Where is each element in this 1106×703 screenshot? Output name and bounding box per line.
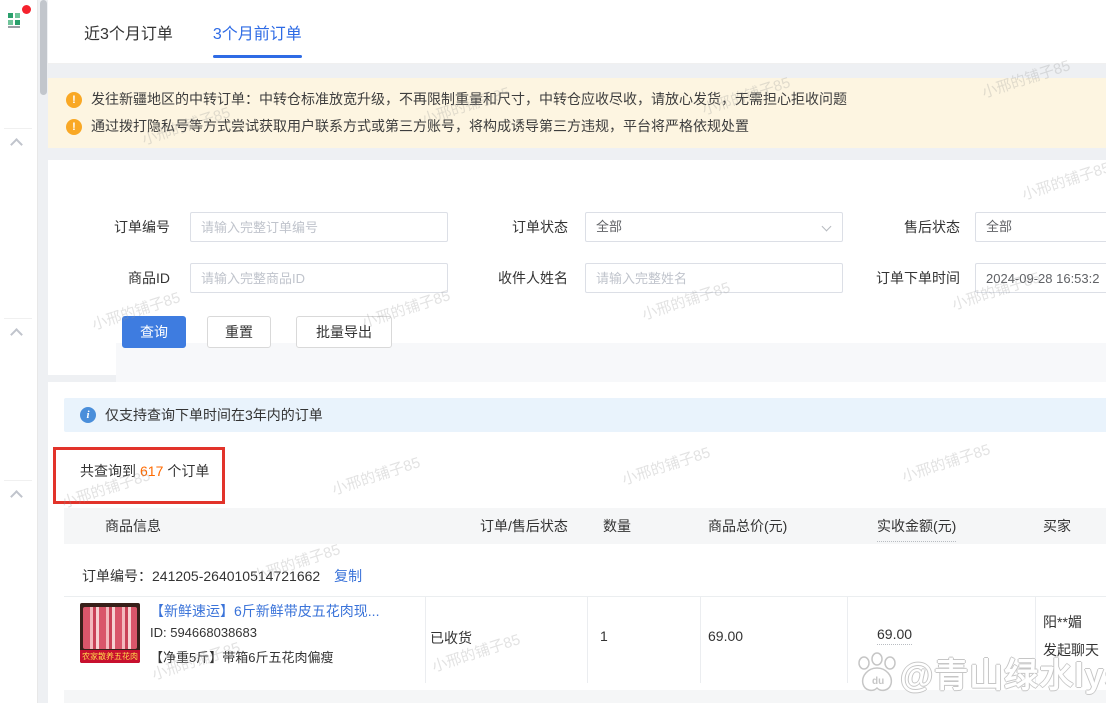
order-time-label: 订单下单时间	[845, 263, 960, 293]
notice-banner: ! 发往新疆地区的中转订单：中转仓标准放宽升级，不再限制重量和尺寸，中转仓应收尽…	[48, 78, 1106, 148]
tab-recent-3-months[interactable]: 近3个月订单	[84, 0, 173, 63]
notice-line: ! 发往新疆地区的中转订单：中转仓标准放宽升级，不再限制重量和尺寸，中转仓应收尽…	[66, 89, 1090, 110]
order-number-label: 订单编号：	[82, 568, 152, 584]
order-status-cell: 已收货	[430, 628, 472, 648]
column-divider	[587, 597, 588, 683]
column-divider	[425, 597, 426, 683]
notification-dot	[22, 5, 31, 14]
start-chat-link[interactable]: 发起聊天	[1043, 640, 1099, 660]
order-management-page: 近3个月订单 3个月前订单 ! 发往新疆地区的中转订单：中转仓标准放宽升级，不再…	[0, 0, 1106, 703]
paid-amount-cell: 69.00	[877, 626, 912, 642]
red-annotation-box	[53, 447, 225, 504]
after-sale-status-label: 售后状态	[845, 212, 960, 242]
product-image[interactable]: 农家散养五花肉	[80, 603, 140, 663]
buyer-name-cell: 阳**媚	[1043, 612, 1082, 632]
order-status-select[interactable]: 全部	[585, 212, 843, 242]
product-id-text: ID: 594668038683	[150, 625, 257, 640]
receiver-name-input[interactable]	[585, 263, 843, 293]
product-image-caption: 农家散养五花肉	[80, 650, 140, 663]
col-product-info: 商品信息	[105, 508, 161, 544]
col-quantity: 数量	[603, 508, 631, 544]
column-divider	[700, 597, 701, 683]
column-divider	[1035, 597, 1036, 683]
batch-export-button[interactable]: 批量导出	[296, 316, 392, 348]
order-number-value: 241205-264010514721662	[152, 568, 320, 584]
collapsed-sidebar	[0, 0, 38, 703]
after-sale-status-select[interactable]: 全部	[975, 212, 1106, 242]
chevron-up-icon[interactable]	[10, 328, 23, 341]
order-status-label: 订单状态	[468, 212, 568, 242]
col-paid-amount: 实收金额(元)	[877, 508, 956, 544]
product-id-input[interactable]	[190, 263, 448, 293]
sidebar-divider	[4, 318, 32, 319]
order-no-label: 订单编号	[70, 212, 170, 242]
chevron-up-icon[interactable]	[10, 138, 23, 151]
tab-older-than-3-months[interactable]: 3个月前订单	[213, 0, 302, 63]
info-icon: i	[80, 407, 96, 423]
order-status-value: 全部	[596, 219, 622, 234]
sidebar-scrollbar[interactable]	[40, 0, 47, 95]
product-image-meat	[83, 607, 137, 649]
col-total-price: 商品总价(元)	[708, 508, 787, 544]
receiver-name-label: 收件人姓名	[468, 263, 568, 293]
next-order-group-header	[64, 690, 1106, 703]
reset-button[interactable]: 重置	[207, 316, 271, 348]
quantity-cell: 1	[600, 628, 608, 644]
notice-text: 发往新疆地区的中转订单：中转仓标准放宽升级，不再限制重量和尺寸，中转仓应收尽收，…	[91, 89, 847, 110]
table-header: 商品信息 订单/售后状态 数量 商品总价(元) 实收金额(元) 买家	[64, 508, 1106, 544]
product-title-link[interactable]: 【新鲜速运】6斤新鲜带皮五花肉现...	[150, 601, 422, 621]
warning-icon: !	[66, 119, 82, 135]
notice-line: ! 通过拨打隐私号等方式尝试获取用户联系方式或第三方账号，将构成诱导第三方违规，…	[66, 116, 1090, 137]
column-divider	[847, 597, 848, 683]
chevron-down-icon	[822, 222, 832, 232]
col-paid-amount-text: 实收金额(元)	[877, 511, 956, 542]
total-price-cell: 69.00	[708, 628, 743, 644]
order-no-input[interactable]	[190, 212, 448, 242]
warning-icon: !	[66, 92, 82, 108]
query-button[interactable]: 查询	[122, 316, 186, 348]
order-time-input[interactable]	[975, 263, 1106, 293]
chevron-up-icon[interactable]	[10, 490, 23, 503]
paid-amount-value: 69.00	[877, 626, 912, 645]
col-buyer: 买家	[1043, 508, 1071, 544]
order-tabs: 近3个月订单 3个月前订单	[48, 0, 1106, 64]
copy-order-number-link[interactable]: 复制	[334, 568, 362, 584]
sidebar-divider	[4, 480, 32, 481]
product-spec-text: 【净重5斤】带箱6斤五花肉偏瘦	[150, 647, 333, 666]
info-bar-text: 仅支持查询下单时间在3年内的订单	[105, 405, 323, 425]
notice-text: 通过拨打隐私号等方式尝试获取用户联系方式或第三方账号，将构成诱导第三方违规，平台…	[91, 116, 749, 137]
info-bar: i 仅支持查询下单时间在3年内的订单	[64, 398, 1106, 432]
order-number-row: 订单编号：241205-264010514721662 复制	[64, 556, 1106, 597]
after-sale-status-value: 全部	[986, 219, 1012, 234]
sidebar-divider	[4, 128, 32, 129]
product-id-label: 商品ID	[70, 263, 170, 293]
col-order-status: 订单/售后状态	[480, 508, 568, 544]
